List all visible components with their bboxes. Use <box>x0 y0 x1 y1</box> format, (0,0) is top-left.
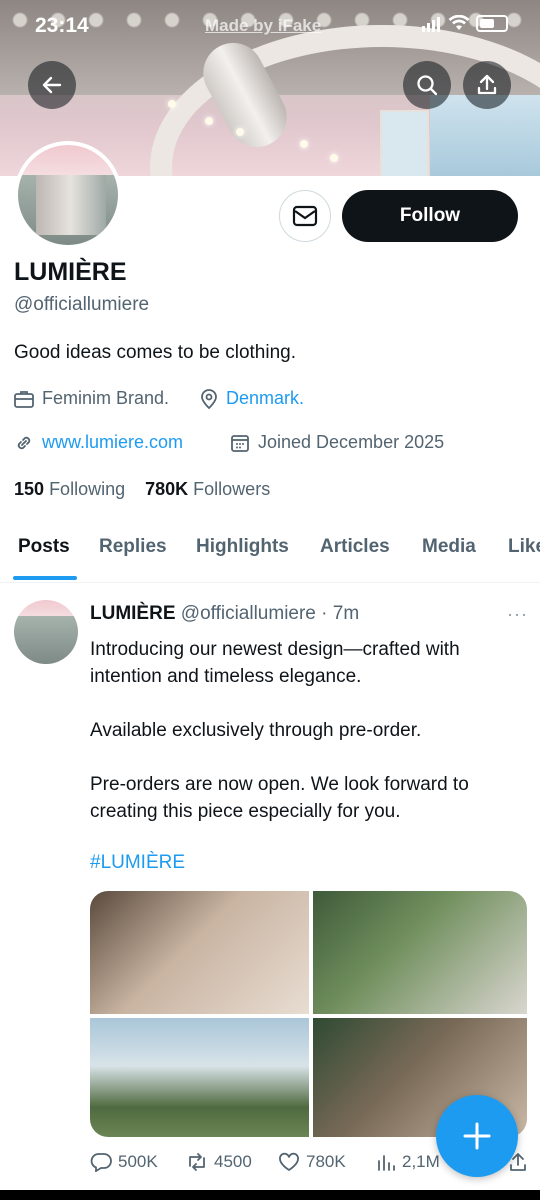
profile-avatar[interactable] <box>14 141 122 249</box>
back-arrow-icon <box>42 76 62 94</box>
profile-joined: Joined December 2025 <box>230 432 444 453</box>
views-count: 2,1M <box>402 1152 440 1171</box>
profile-counts: 150 Following 780K Followers <box>14 479 270 500</box>
share-icon <box>477 74 497 95</box>
repost-count: 4500 <box>214 1152 252 1171</box>
like-count: 780K <box>306 1152 346 1171</box>
follow-button[interactable]: Follow <box>342 190 518 242</box>
banner-light <box>330 154 338 162</box>
tab-posts[interactable]: Posts <box>18 536 70 558</box>
post-image[interactable] <box>313 891 527 1014</box>
followers-label: Followers <box>193 479 271 499</box>
post-author-avatar[interactable] <box>14 600 78 664</box>
profile-tabs: Posts Replies Highlights Articles Media … <box>0 530 540 583</box>
following-link[interactable]: 150 Following <box>14 479 125 499</box>
repost-button[interactable]: 4500 <box>186 1152 252 1172</box>
post-author-handle[interactable]: @officiallumiere <box>181 603 316 624</box>
joined-text: Joined December 2025 <box>258 432 445 452</box>
repost-icon <box>189 1153 205 1171</box>
watermark: Made by iFake <box>205 16 322 35</box>
tab-media[interactable]: Media <box>422 536 476 558</box>
tab-highlights[interactable]: Highlights <box>196 536 289 558</box>
share-button[interactable] <box>463 61 511 109</box>
avatar-store-image <box>36 175 106 235</box>
status-icons <box>422 14 508 32</box>
battery-icon <box>476 14 508 32</box>
reply-button[interactable]: 500K <box>90 1152 158 1172</box>
followers-count: 780K <box>145 479 189 499</box>
location-pin-icon <box>201 388 217 409</box>
briefcase-icon <box>14 390 34 408</box>
status-bar: 23:14 Made by iFake <box>0 0 540 50</box>
post-header: LUMIÈRE @officiallumiere · 7m <box>90 603 359 625</box>
link-icon <box>17 436 31 449</box>
message-button[interactable] <box>279 190 331 242</box>
banner-light <box>205 117 213 125</box>
wifi-icon <box>448 15 470 30</box>
followers-link[interactable]: 780K Followers <box>145 479 270 499</box>
reply-icon <box>90 1153 112 1172</box>
search-button[interactable] <box>403 61 451 109</box>
compose-button[interactable] <box>436 1095 518 1177</box>
category-text: Feminim Brand. <box>42 388 170 408</box>
profile-handle: @officiallumiere <box>14 294 150 315</box>
search-icon <box>417 75 438 96</box>
profile-website[interactable]: www.lumiere.com <box>14 432 183 453</box>
banner-window <box>380 110 429 176</box>
post-text-line: Introducing our newest design—crafted wi… <box>90 639 460 660</box>
website-link[interactable]: www.lumiere.com <box>42 432 183 453</box>
location-text[interactable]: Denmark. <box>226 388 304 409</box>
back-button[interactable] <box>28 61 76 109</box>
post-author-name[interactable]: LUMIÈRE <box>90 603 176 624</box>
views-icon <box>378 1155 395 1171</box>
tab-likes[interactable]: Likes <box>508 536 540 558</box>
profile-bio: Good ideas comes to be clothing. <box>14 342 297 363</box>
plus-icon <box>463 1122 491 1150</box>
following-count: 150 <box>14 479 45 499</box>
banner-light <box>300 140 308 148</box>
profile-name: LUMIÈRE <box>14 258 127 286</box>
post-time: · 7m <box>321 603 360 624</box>
post-text-line: intention and timeless elegance. <box>90 666 362 687</box>
banner-light <box>168 100 176 108</box>
status-time: 23:14 <box>35 14 89 37</box>
like-button[interactable]: 780K <box>278 1152 346 1172</box>
envelope-icon <box>292 205 318 227</box>
profile-category: Feminim Brand. <box>14 388 169 409</box>
reply-count: 500K <box>118 1152 158 1171</box>
post-more-button[interactable]: ··· <box>507 604 528 625</box>
heart-icon <box>279 1152 299 1172</box>
profile-location: Denmark. <box>200 388 304 409</box>
signal-icon <box>422 14 442 32</box>
active-tab-indicator <box>13 576 77 580</box>
tab-replies[interactable]: Replies <box>99 536 167 558</box>
post-image[interactable] <box>90 1018 309 1137</box>
banner-light <box>236 128 244 136</box>
post-text-line: creating this piece especially for you. <box>90 801 401 822</box>
post-hashtag[interactable]: #LUMIÈRE <box>90 852 185 874</box>
post-image[interactable] <box>90 891 309 1014</box>
calendar-icon <box>231 434 249 452</box>
tab-articles[interactable]: Articles <box>320 536 390 558</box>
post-text-line: Pre-orders are now open. We look forward… <box>90 774 469 795</box>
post-text-line: Available exclusively through pre-order. <box>90 720 422 741</box>
home-indicator-bar <box>0 1190 540 1200</box>
views-button[interactable]: 2,1M <box>376 1152 440 1172</box>
following-label: Following <box>49 479 126 499</box>
